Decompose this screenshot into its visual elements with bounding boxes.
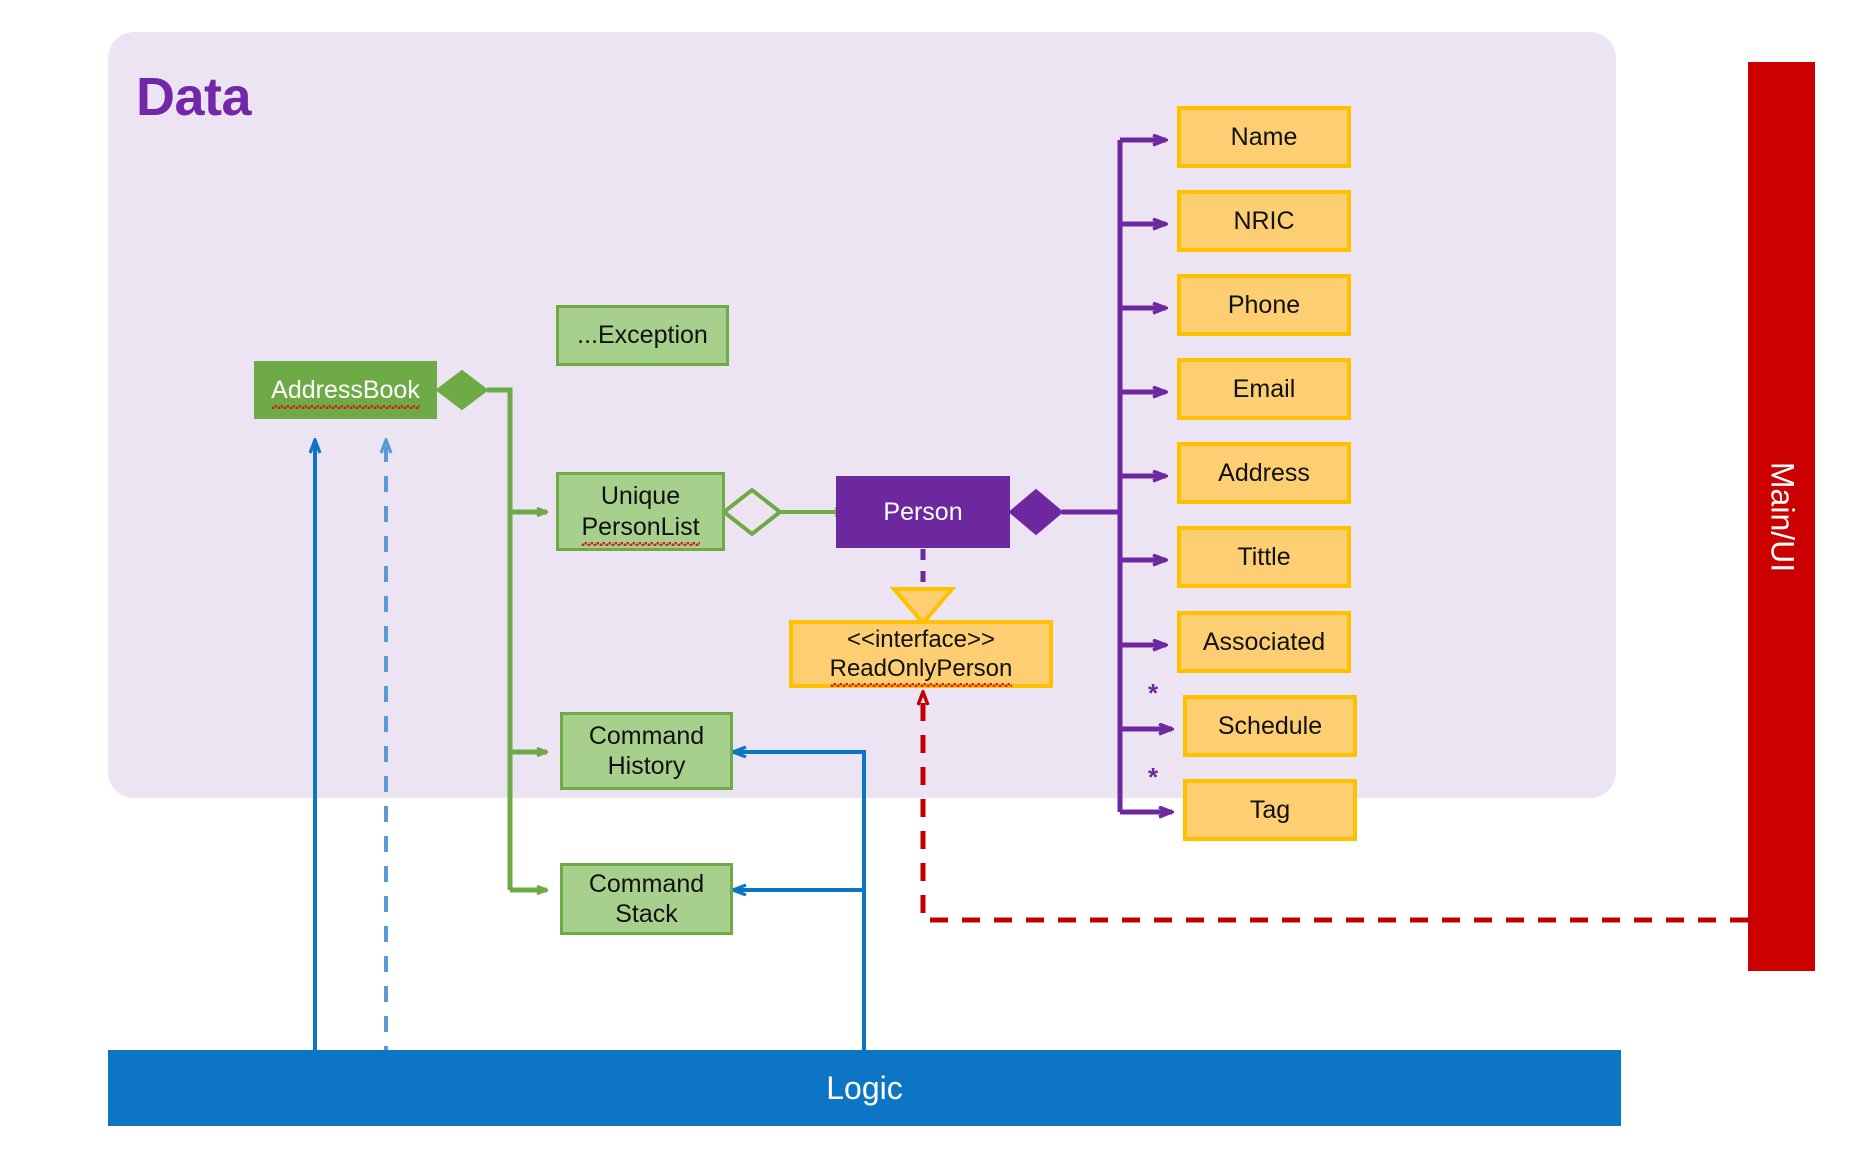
class-label-readonlyperson: ReadOnlyPerson (829, 655, 1013, 688)
attribute-box-nric[interactable]: NRIC (1177, 190, 1351, 252)
class-label-uniquepersonlist-line2: PersonList (581, 512, 700, 546)
class-label-addressbook: AddressBook (271, 375, 420, 409)
package-title: Data (136, 67, 252, 127)
attribute-label-email: Email (1232, 374, 1296, 403)
attribute-label-tittle: Tittle (1237, 542, 1291, 571)
class-box-addressbook[interactable]: AddressBook (254, 361, 437, 419)
class-box-commandhistory[interactable]: Command History (560, 712, 733, 790)
attribute-label-nric: NRIC (1233, 206, 1295, 235)
class-label-exception: ...Exception (577, 321, 708, 350)
logic-component-label: Logic (826, 1069, 903, 1106)
attribute-box-email[interactable]: Email (1177, 358, 1351, 420)
attribute-box-associated[interactable]: Associated (1177, 611, 1351, 673)
attribute-label-address: Address (1218, 458, 1310, 487)
multiplicity-schedule: * (1148, 678, 1159, 708)
attribute-label-name: Name (1230, 122, 1298, 151)
class-stereotype-readonlyperson: <<interface>> (846, 625, 996, 653)
logic-component-bar[interactable]: Logic (108, 1050, 1621, 1126)
class-box-readonlyperson[interactable]: <<interface>> ReadOnlyPerson (789, 620, 1053, 688)
multiplicity-tag: * (1148, 762, 1159, 792)
attribute-label-tag: Tag (1249, 795, 1291, 824)
attribute-label-associated: Associated (1202, 627, 1326, 656)
class-box-exception[interactable]: ...Exception (556, 305, 729, 366)
attribute-label-schedule: Schedule (1217, 711, 1323, 740)
main-ui-component-label: Main/UI (1764, 461, 1800, 572)
attribute-box-tittle[interactable]: Tittle (1177, 526, 1351, 588)
class-label-commandstack-line1: Command (588, 869, 705, 898)
class-box-commandstack[interactable]: Command Stack (560, 863, 733, 935)
attribute-label-phone: Phone (1227, 290, 1301, 319)
attribute-box-schedule[interactable]: Schedule (1183, 695, 1357, 757)
class-label-commandstack-line2: Stack (615, 900, 678, 928)
attribute-box-name[interactable]: Name (1177, 106, 1351, 168)
attribute-box-tag[interactable]: Tag (1183, 779, 1357, 841)
class-box-person[interactable]: Person (836, 476, 1010, 548)
attribute-box-address[interactable]: Address (1177, 442, 1351, 504)
class-label-uniquepersonlist-line1: Unique (600, 482, 681, 510)
diagram-canvas: Data AddressBook ...Exception Unique Per… (0, 0, 1861, 1165)
class-label-person: Person (883, 497, 963, 526)
main-ui-component-bar[interactable]: Main/UI (1748, 62, 1815, 971)
class-label-commandhistory-line2: History (607, 752, 686, 780)
class-box-uniquepersonlist[interactable]: Unique PersonList (556, 472, 725, 551)
class-label-commandhistory-line1: Command (588, 721, 705, 750)
attribute-box-phone[interactable]: Phone (1177, 274, 1351, 336)
